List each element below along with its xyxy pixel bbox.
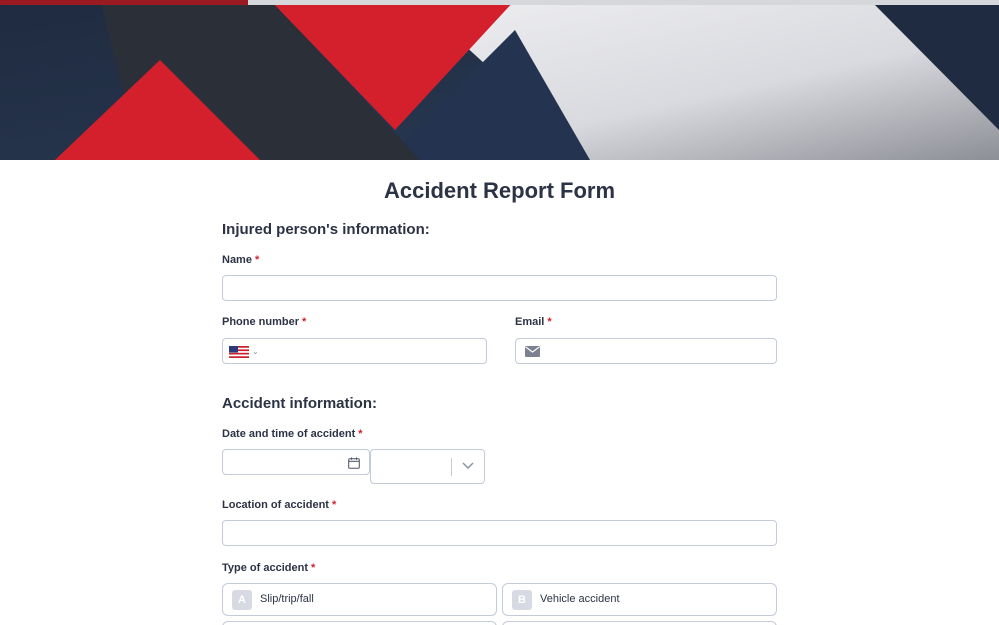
envelope-icon	[525, 346, 540, 357]
option-vehicle-accident[interactable]: B Vehicle accident	[502, 583, 777, 616]
time-select[interactable]	[370, 449, 485, 484]
date-time-label-text: Date and time of accident	[222, 428, 356, 440]
required-mark: *	[331, 499, 337, 511]
location-label-text: Location of accident	[222, 499, 329, 511]
email-label: Email *	[515, 316, 552, 328]
option-label: Slip/trip/fall	[260, 593, 314, 605]
required-mark: *	[302, 316, 307, 328]
date-time-label: Date and time of accident *	[222, 428, 363, 440]
form-title: Accident Report Form	[383, 178, 616, 203]
required-mark: *	[310, 562, 316, 574]
location-input[interactable]	[222, 520, 777, 546]
email-label-text: Email	[515, 316, 545, 328]
type-label: Type of accident *	[222, 562, 315, 574]
date-input[interactable]	[222, 449, 370, 475]
phone-label-text: Phone number	[222, 316, 300, 328]
phone-label: Phone number *	[222, 316, 306, 328]
name-label: Name *	[222, 254, 259, 266]
phone-input[interactable]: ⌄	[222, 338, 487, 364]
option-key-badge: B	[512, 590, 532, 610]
chevron-down-icon[interactable]: ⌄	[252, 347, 259, 356]
name-label-text: Name	[222, 254, 252, 266]
required-mark: *	[254, 254, 260, 266]
chevron-down-icon[interactable]	[461, 458, 475, 472]
us-flag-icon[interactable]	[229, 346, 249, 358]
option-row-partial[interactable]	[502, 621, 777, 625]
select-divider	[451, 458, 452, 476]
location-label: Location of accident *	[222, 499, 336, 511]
required-mark: *	[358, 428, 363, 440]
option-key-badge: A	[232, 590, 252, 610]
option-label: Vehicle accident	[540, 593, 620, 605]
section-heading-injured: Injured person's information:	[222, 221, 430, 238]
header-banner	[0, 0, 999, 160]
section-heading-accident: Accident information:	[222, 395, 378, 412]
type-label-text: Type of accident	[222, 562, 308, 574]
email-input[interactable]	[515, 338, 777, 364]
option-row-partial[interactable]	[222, 621, 497, 625]
calendar-icon[interactable]	[348, 457, 360, 469]
name-input[interactable]	[222, 275, 777, 301]
option-slip-trip-fall[interactable]: A Slip/trip/fall	[222, 583, 497, 616]
banner-graphic	[0, 0, 999, 160]
required-mark: *	[547, 316, 552, 328]
